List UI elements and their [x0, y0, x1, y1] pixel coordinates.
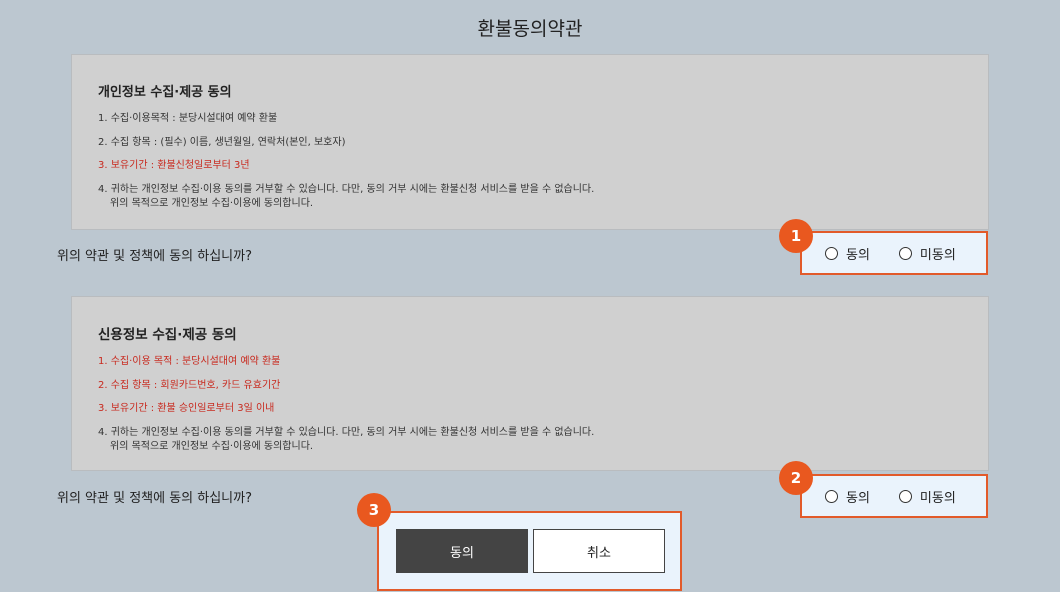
step-badge: 3	[357, 493, 391, 527]
disagree-radio[interactable]: 미동의	[898, 244, 956, 263]
radio-circle-icon[interactable]	[898, 246, 912, 260]
radio-circle-icon[interactable]	[898, 489, 912, 503]
agree-button[interactable]: 동의	[396, 529, 528, 573]
cancel-button[interactable]: 취소	[533, 529, 665, 573]
radio-circle-icon[interactable]	[825, 489, 838, 503]
terms-list: 1. 수집·이용 목적 : 분당시설대여 예약 환불 2. 수집 항목 : 회원…	[98, 356, 962, 453]
page-title: 환불동의약관	[477, 18, 583, 40]
step-badge: 1	[779, 219, 813, 253]
agree-radio-label: 동의	[846, 490, 870, 506]
terms-item: 3. 보유기간 : 환불 승인일로부터 3일 이내	[98, 403, 275, 414]
section-heading: 신용정보 수집·제공 동의	[98, 327, 237, 343]
consent-radio-group: 동의 미동의	[800, 231, 988, 275]
credit-info-terms-box: 신용정보 수집·제공 동의 1. 수집·이용 목적 : 분당시설대여 예약 환불…	[71, 296, 989, 471]
terms-item: 3. 보유기간 : 환불신청일로부터 3년	[98, 160, 250, 171]
consent-question: 위의 약관 및 정책에 동의 하십니까?	[57, 491, 253, 506]
terms-item: 4. 귀하는 개인정보 수집·이용 동의를 거부할 수 있습니다. 다만, 동의…	[98, 184, 962, 210]
agree-radio[interactable]: 동의	[825, 244, 870, 263]
terms-list: 1. 수집·이용목적 : 분당시설대여 예약 환불 2. 수집 항목 : (필수…	[98, 113, 962, 210]
radio-circle-icon[interactable]	[825, 246, 838, 260]
consent-question: 위의 약관 및 정책에 동의 하십니까?	[57, 249, 253, 264]
terms-item-text: 4. 귀하는 개인정보 수집·이용 동의를 거부할 수 있습니다. 다만, 동의…	[98, 183, 595, 195]
terms-item-text: 4. 귀하는 개인정보 수집·이용 동의를 거부할 수 있습니다. 다만, 동의…	[98, 426, 595, 438]
terms-item-continuation: 위의 목적으로 개인정보 수집·이용에 동의합니다.	[110, 440, 314, 452]
terms-item: 1. 수집·이용목적 : 분당시설대여 예약 환불	[98, 113, 278, 124]
personal-info-terms-box: 개인정보 수집·제공 동의 1. 수집·이용목적 : 분당시설대여 예약 환불 …	[71, 54, 989, 230]
disagree-radio-label: 미동의	[919, 247, 956, 263]
disagree-radio-label: 미동의	[919, 490, 956, 506]
step-badge: 2	[779, 461, 813, 495]
disagree-radio[interactable]: 미동의	[898, 487, 956, 506]
terms-item-continuation: 위의 목적으로 개인정보 수집·이용에 동의합니다.	[110, 197, 314, 209]
agree-radio-label: 동의	[846, 247, 870, 263]
agree-radio[interactable]: 동의	[825, 487, 870, 506]
terms-item: 2. 수집 항목 : (필수) 이름, 생년월일, 연락처(본인, 보호자)	[98, 136, 346, 148]
terms-item: 1. 수집·이용 목적 : 분당시설대여 예약 환불	[98, 356, 281, 367]
section-heading: 개인정보 수집·제공 동의	[98, 85, 232, 100]
terms-item: 2. 수집 항목 : 회원카드번호, 카드 유효기간	[98, 379, 281, 391]
action-buttons: 동의 취소	[377, 511, 682, 591]
terms-item: 4. 귀하는 개인정보 수집·이용 동의를 거부할 수 있습니다. 다만, 동의…	[98, 427, 962, 453]
consent-radio-group: 동의 미동의	[800, 474, 988, 518]
